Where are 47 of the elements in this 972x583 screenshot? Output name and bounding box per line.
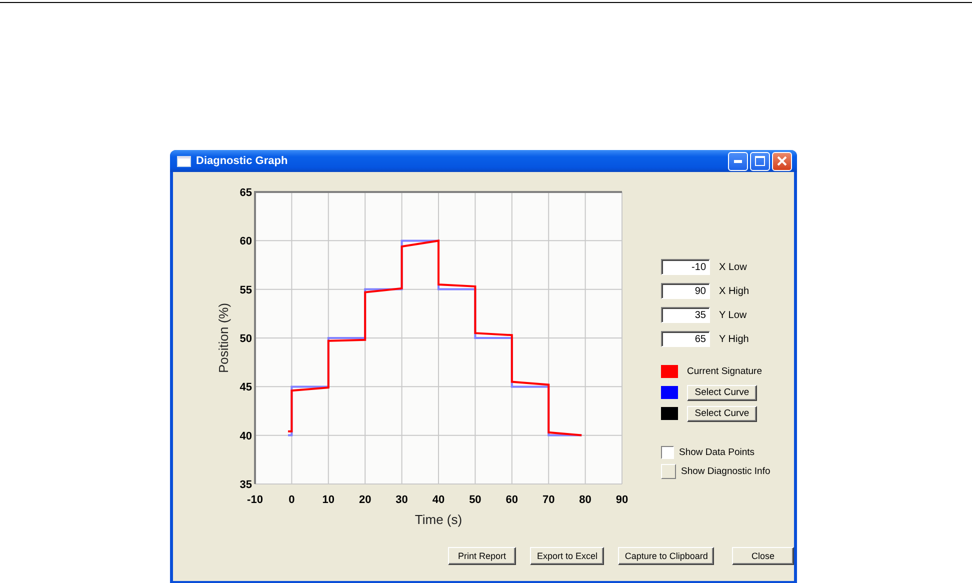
- minimize-icon: [734, 160, 742, 162]
- y-tick-label: 35: [240, 479, 252, 491]
- action-button[interactable]: Close: [732, 547, 794, 565]
- input-field[interactable]: 65: [661, 331, 710, 347]
- y-tick-label: 50: [240, 333, 252, 345]
- field-label: X Low: [719, 262, 747, 272]
- option-label: Show Diagnostic Info: [681, 466, 770, 477]
- action-button[interactable]: Export to Excel: [530, 547, 604, 565]
- maximize-icon: [755, 156, 765, 166]
- toggle-box[interactable]: [661, 464, 676, 479]
- close-icon: [777, 156, 787, 166]
- minimize-button[interactable]: [728, 152, 748, 170]
- option-label: Show Data Points: [679, 447, 755, 458]
- y-tick-label: 40: [240, 430, 252, 442]
- y-tick-label: 65: [240, 187, 252, 199]
- field-label: X High: [719, 286, 750, 296]
- x-tick-label: -10: [247, 494, 263, 506]
- y-axis-title: Position (%): [216, 302, 231, 374]
- action-button[interactable]: Capture to Clipboard: [618, 547, 714, 565]
- select-curve-button[interactable]: Select Curve: [687, 406, 757, 422]
- input-field[interactable]: 90: [661, 283, 710, 299]
- window-icon: [177, 156, 191, 166]
- x-axis-title: Time (s): [414, 512, 462, 527]
- x-tick-label: 80: [579, 494, 592, 506]
- x-tick-label: 60: [506, 494, 518, 506]
- y-tick-label: 60: [240, 236, 252, 248]
- x-tick-label: 10: [322, 494, 335, 506]
- field-label: Y High: [719, 334, 749, 344]
- field-label: Y Low: [719, 310, 747, 320]
- x-tick-label: 20: [358, 494, 372, 506]
- x-tick-label: 50: [469, 494, 482, 506]
- window-title: Diagnostic Graph: [196, 155, 289, 167]
- x-tick-label: 30: [396, 494, 408, 506]
- close-button[interactable]: [772, 152, 792, 170]
- y-tick-label: 55: [240, 284, 252, 296]
- input-field[interactable]: 35: [661, 307, 710, 323]
- checkbox[interactable]: [661, 446, 674, 459]
- select-curve-button[interactable]: Select Curve: [687, 384, 757, 400]
- x-tick-label: 70: [542, 494, 555, 506]
- curve-label: Current Signature: [687, 366, 762, 377]
- x-tick-label: 0: [288, 494, 295, 506]
- action-button[interactable]: Print Report: [448, 547, 516, 565]
- x-tick-label: 90: [616, 494, 628, 506]
- x-tick-label: 40: [432, 494, 445, 506]
- y-tick-label: 45: [240, 382, 252, 394]
- maximize-button[interactable]: [750, 152, 770, 170]
- input-field[interactable]: -10: [661, 259, 710, 275]
